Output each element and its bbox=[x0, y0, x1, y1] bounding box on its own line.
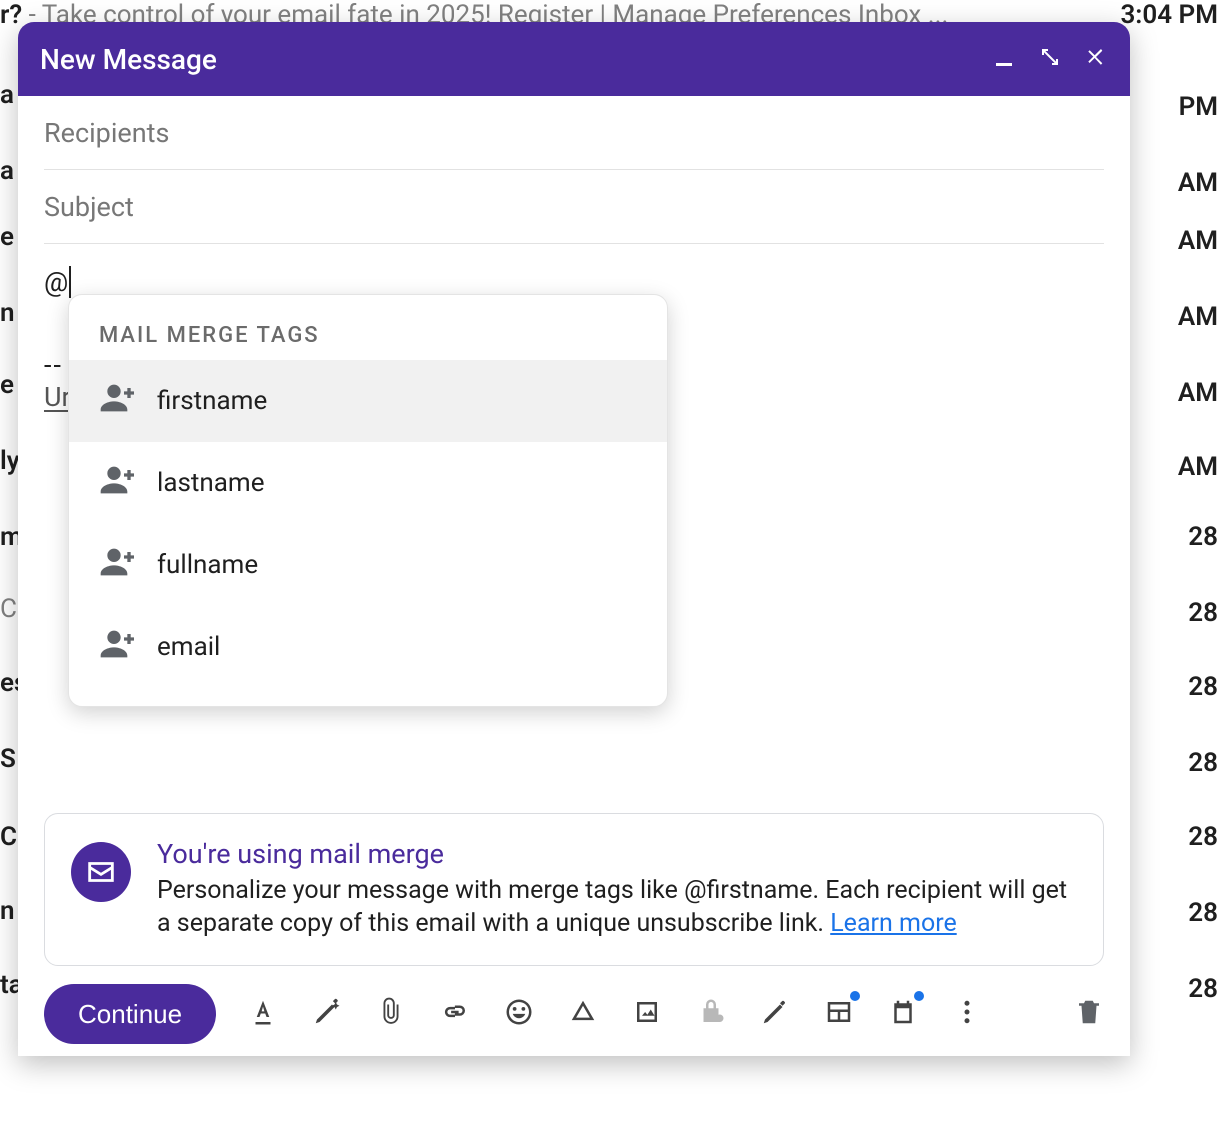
merge-tag-label: lastname bbox=[157, 468, 264, 498]
merge-tag-option-lastname[interactable]: lastname bbox=[69, 442, 667, 524]
minimize-icon[interactable] bbox=[992, 45, 1016, 73]
merge-tag-option-fullname[interactable]: fullname bbox=[69, 524, 667, 606]
inbox-time: AM bbox=[1178, 226, 1218, 256]
learn-more-link[interactable]: Learn more bbox=[830, 909, 956, 938]
notification-dot-icon bbox=[850, 991, 860, 1001]
merge-tag-option-email[interactable]: email bbox=[69, 606, 667, 688]
inbox-date: 28 bbox=[1188, 672, 1218, 702]
link-icon[interactable] bbox=[440, 997, 470, 1031]
person-add-icon bbox=[99, 378, 139, 425]
person-add-icon bbox=[99, 542, 139, 589]
compose-toolbar: Continue bbox=[18, 984, 1130, 1056]
person-add-icon bbox=[99, 460, 139, 507]
merge-tag-label: firstname bbox=[157, 386, 267, 416]
body-typed-text: @ bbox=[44, 266, 71, 298]
merge-tag-label: email bbox=[157, 632, 220, 662]
image-icon[interactable] bbox=[632, 997, 662, 1031]
inbox-time: AM bbox=[1178, 378, 1218, 408]
inbox-date: 28 bbox=[1188, 898, 1218, 928]
merge-tag-label: fullname bbox=[157, 550, 258, 580]
inbox-date: 28 bbox=[1188, 974, 1218, 1004]
inbox-date: 28 bbox=[1188, 598, 1218, 628]
layouts-icon[interactable] bbox=[824, 997, 854, 1031]
mail-merge-icon bbox=[71, 842, 131, 902]
signature-icon[interactable] bbox=[760, 997, 790, 1031]
compose-title: New Message bbox=[40, 43, 992, 76]
more-options-icon[interactable] bbox=[952, 997, 982, 1031]
subject-field[interactable]: Subject bbox=[44, 170, 1104, 244]
schedule-icon[interactable] bbox=[888, 997, 918, 1031]
dropdown-list: firstname lastname fullname email bbox=[69, 360, 667, 688]
dropdown-header: MAIL MERGE TAGS bbox=[69, 323, 667, 360]
banner-title: You're using mail merge bbox=[157, 838, 1077, 870]
formatting-icon[interactable] bbox=[248, 997, 278, 1031]
emoji-icon[interactable] bbox=[504, 997, 534, 1031]
signature-fragment: Ur bbox=[44, 381, 71, 413]
continue-button[interactable]: Continue bbox=[44, 984, 216, 1044]
inbox-date: 28 bbox=[1188, 748, 1218, 778]
inbox-date: 28 bbox=[1188, 522, 1218, 552]
drive-icon[interactable] bbox=[568, 997, 598, 1031]
merge-tags-dropdown: MAIL MERGE TAGS firstname lastname fullnam… bbox=[68, 294, 668, 707]
close-icon[interactable] bbox=[1084, 45, 1108, 73]
inbox-time: AM bbox=[1178, 168, 1218, 198]
inbox-time: AM bbox=[1178, 302, 1218, 332]
attach-icon[interactable] bbox=[376, 997, 406, 1031]
ai-write-icon[interactable] bbox=[312, 997, 342, 1031]
discard-icon[interactable] bbox=[1074, 997, 1104, 1031]
inbox-time: PM bbox=[1179, 92, 1218, 122]
inbox-time: 3:04 PM bbox=[1120, 0, 1218, 30]
merge-tag-option-firstname[interactable]: firstname bbox=[69, 360, 667, 442]
notification-dot-icon bbox=[914, 991, 924, 1001]
compose-header: New Message bbox=[18, 22, 1130, 96]
inbox-time: AM bbox=[1178, 452, 1218, 482]
person-add-icon bbox=[99, 624, 139, 671]
expand-icon[interactable] bbox=[1038, 45, 1062, 73]
confidential-icon[interactable] bbox=[696, 997, 726, 1031]
inbox-date: 28 bbox=[1188, 822, 1218, 852]
mail-merge-banner: You're using mail merge Personalize your… bbox=[44, 813, 1104, 967]
recipients-field[interactable]: Recipients bbox=[44, 96, 1104, 170]
